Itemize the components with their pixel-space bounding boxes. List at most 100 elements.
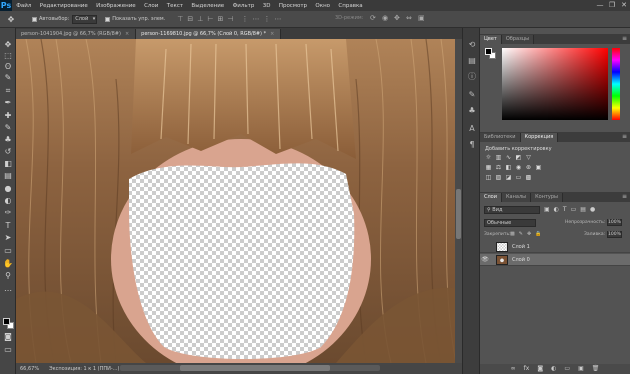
menu-help[interactable]: Справка [334,3,367,9]
hue-saturation-icon[interactable]: ▦ [485,164,492,171]
align-top-icon[interactable]: ⊤ [177,15,183,23]
character-icon[interactable]: A [467,124,477,134]
menu-type[interactable]: Текст [163,3,188,9]
menu-filter[interactable]: Фильтр [228,3,258,9]
invert-icon[interactable]: ◫ [485,174,492,181]
menu-window[interactable]: Окно [311,3,334,9]
filter-pixel-icon[interactable]: ▣ [544,206,550,213]
3d-drag-icon[interactable]: ✥ [394,14,400,22]
3d-scale-icon[interactable]: ▣ [418,14,425,22]
show-transform-checkbox[interactable] [105,16,111,22]
blend-mode-select[interactable]: Обычные [484,219,536,227]
filter-smart-icon[interactable]: ▤ [580,206,586,213]
lock-all-icon[interactable]: 🔒 [535,231,541,237]
filter-adjust-icon[interactable]: ◐ [554,206,559,213]
align-center-icon[interactable]: ⊞ [217,15,223,23]
trash-icon[interactable]: 🗑 [592,364,600,374]
zoom-icon[interactable]: ⚲ [3,271,13,281]
gradient-icon[interactable]: ▤ [3,171,13,181]
align-left-icon[interactable]: ⊢ [207,15,213,23]
quick-select-icon[interactable]: ✎ [3,73,13,83]
paragraph-icon[interactable]: ¶ [467,140,477,150]
more-tools-icon[interactable]: ⋯ [3,286,13,296]
move-icon[interactable]: ✥ [3,40,13,50]
eyedropper-icon[interactable]: ✒ [3,98,13,108]
color-balance-icon[interactable]: ⚖ [495,164,502,171]
pen-icon[interactable]: ✑ [3,208,13,218]
eye-icon[interactable]: 👁 [480,256,490,263]
blur-icon[interactable]: ● [3,184,13,194]
lasso-icon[interactable]: ʘ [3,62,13,72]
menu-layers[interactable]: Слои [140,3,163,9]
hand-icon[interactable]: ✋ [3,259,13,269]
close-button[interactable]: ✕ [620,1,628,9]
menu-3d[interactable]: 3D [259,3,275,9]
crop-icon[interactable]: ⌗ [3,86,13,96]
brush-icon[interactable]: ✎ [3,123,13,133]
new-layer-icon[interactable]: ▣ [578,364,584,374]
layer-name[interactable]: Слой 0 [512,257,530,263]
screen-mode-icon[interactable]: ▭ [3,345,13,355]
selective-color-icon[interactable]: ▩ [525,174,532,181]
align-middle-icon[interactable]: ⊟ [187,15,193,23]
layer-row[interactable]: Слой 1 [480,241,630,253]
3d-rotate-icon[interactable]: ⟳ [370,14,376,22]
vertical-scrollbar[interactable] [455,39,462,363]
align-bottom-icon[interactable]: ⊥ [197,15,203,23]
layer-filter-select[interactable]: ⚲ Вид [484,206,540,214]
horizontal-scrollbar[interactable] [120,365,380,371]
filter-shape-icon[interactable]: ▭ [571,206,577,213]
zoom-level[interactable]: 66,67% [20,366,39,372]
adjustment-icon[interactable]: ◐ [551,364,556,374]
posterize-icon[interactable]: ▨ [495,174,502,181]
close-icon[interactable]: × [270,31,274,37]
tab-document-2[interactable]: person-1169810.jpg @ 66,7% (Слой 0, RGB/… [136,29,282,39]
channel-mixer-icon[interactable]: ⊛ [525,164,532,171]
exposure-icon[interactable]: ◩ [515,154,522,161]
foreground-swatch[interactable] [485,48,492,55]
black-white-icon[interactable]: ◧ [505,164,512,171]
hscroll-thumb[interactable] [180,365,330,371]
lock-position-icon[interactable]: ✥ [527,231,531,237]
fx-icon[interactable]: fx [524,364,530,374]
marquee-icon[interactable]: ⬚ [3,51,13,61]
3d-slide-icon[interactable]: ⇔ [406,14,412,22]
filter-toggle-icon[interactable]: ● [590,206,595,213]
history-brush-icon[interactable]: ↺ [3,147,13,157]
folder-icon[interactable]: ▭ [564,364,570,374]
tab-document-1[interactable]: person-1041904.jpg @ 66,7% (RGB/8#) × [16,29,137,39]
close-icon[interactable]: × [125,31,129,37]
filter-type-icon[interactable]: T [563,206,567,213]
align-right-icon[interactable]: ⊣ [227,15,233,23]
curves-icon[interactable]: ∿ [505,154,512,161]
distribute3-icon[interactable]: ⋮ [263,15,270,23]
lock-pixels-icon[interactable]: ✎ [519,231,523,237]
history-icon[interactable]: ⟲ [467,40,477,50]
minimize-button[interactable]: — [596,1,604,9]
brightness-icon[interactable]: ☼ [485,154,492,161]
layer-name[interactable]: Слой 1 [512,244,530,250]
dodge-icon[interactable]: ◐ [3,196,13,206]
autoselect-dropdown[interactable]: Слой [72,14,98,24]
autoselect-checkbox[interactable] [32,16,37,22]
scroll-thumb[interactable] [456,189,461,239]
menu-file[interactable]: Файл [12,3,36,9]
lock-transparent-icon[interactable]: ▩ [510,231,515,237]
menu-edit[interactable]: Редактирование [36,3,92,9]
clone-stamp-icon[interactable]: ♣ [3,135,13,145]
quick-mask-icon[interactable]: ◙ [3,332,13,342]
move-tool-icon[interactable]: ✥ [4,13,18,25]
menu-view[interactable]: Просмотр [275,3,312,9]
levels-icon[interactable]: ▥ [495,154,502,161]
photo-filter-icon[interactable]: ◉ [515,164,522,171]
gradient-map-icon[interactable]: ▭ [515,174,522,181]
hue-slider[interactable] [612,48,620,120]
properties-icon[interactable]: ▤ [467,56,477,66]
path-select-icon[interactable]: ➤ [3,233,13,243]
3d-roll-icon[interactable]: ◉ [382,14,388,22]
color-lookup-icon[interactable]: ▣ [535,164,542,171]
menu-select[interactable]: Выделение [187,3,228,9]
menu-image[interactable]: Изображение [92,3,140,9]
maximize-button[interactable]: ❐ [608,1,616,9]
distribute-icon[interactable]: ⋮ [241,15,248,23]
